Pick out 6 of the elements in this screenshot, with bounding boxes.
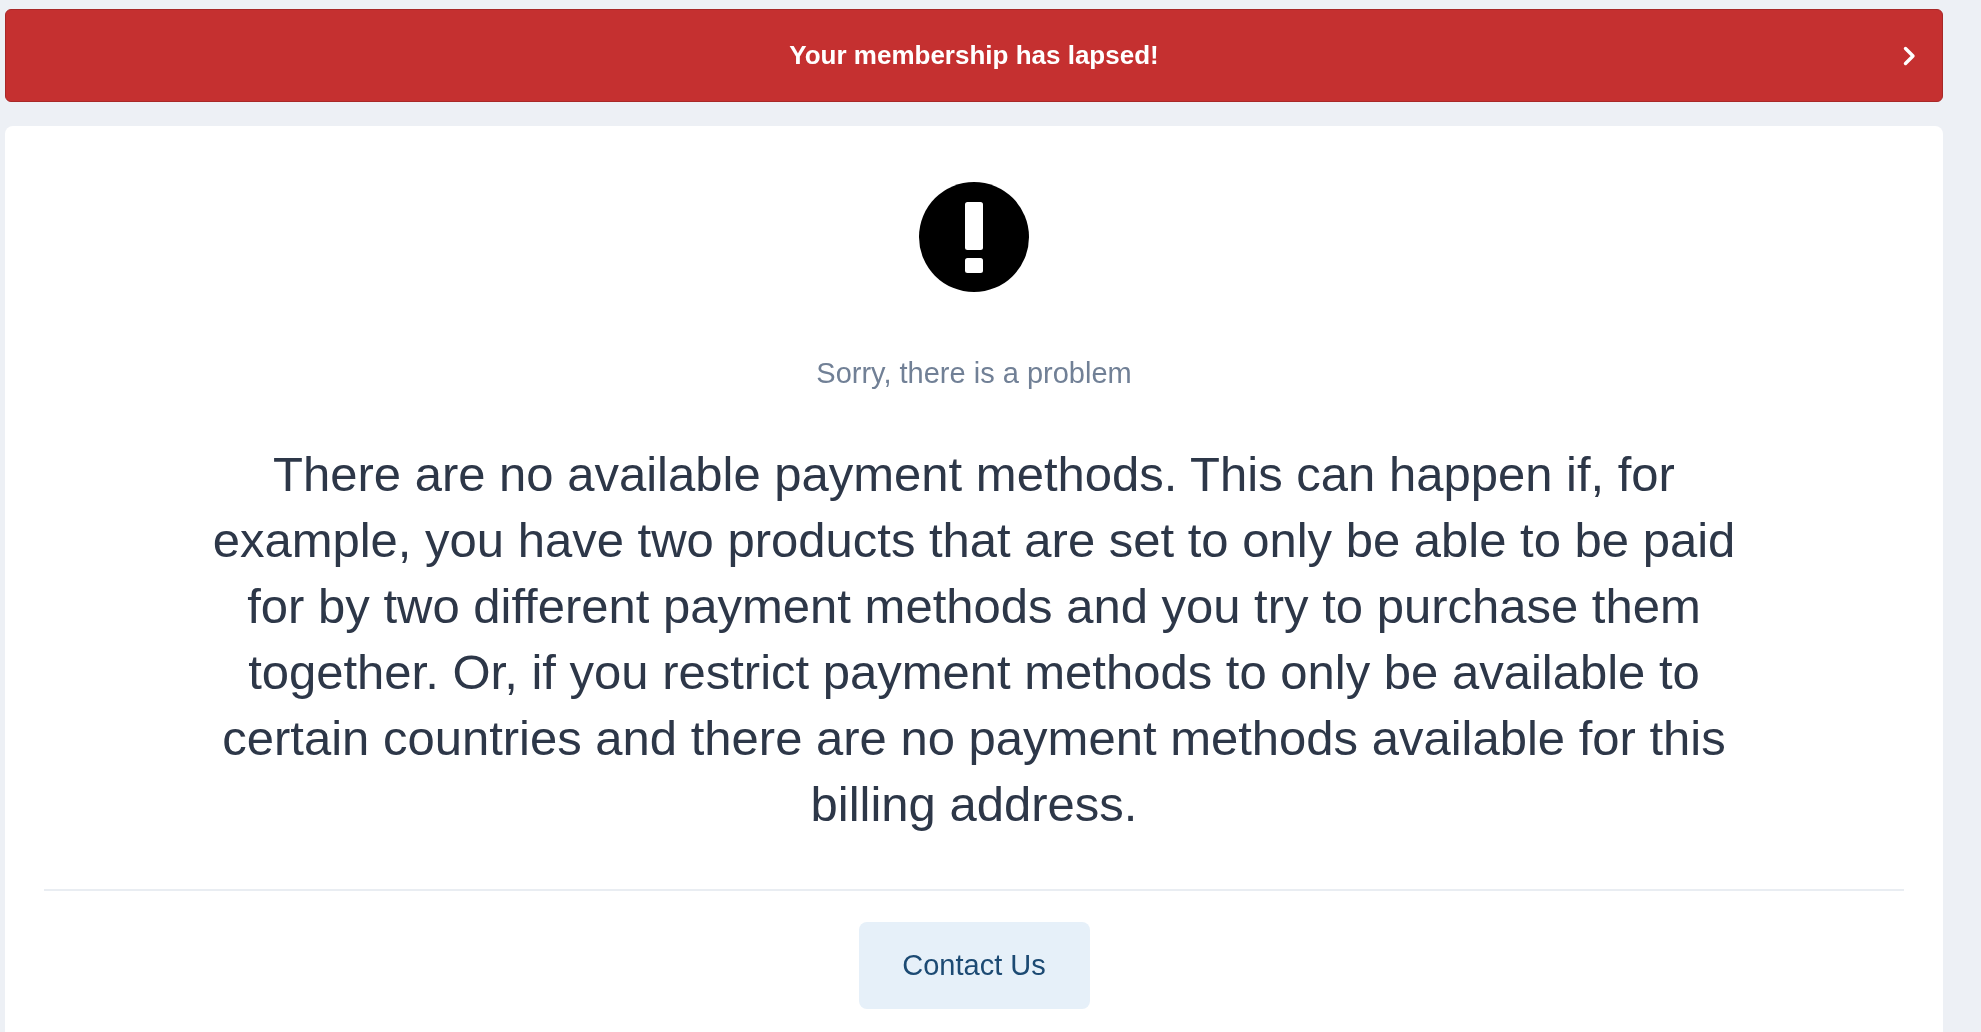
error-message: There are no available payment methods. This can happen if, for example, you have two products that are set to only be able to be paid for by two different payment methods and you try to purchase them together. Or, if you restrict payment methods to only be available to certain countries and there are no payment methods available for this billing address. <box>211 446 1737 833</box>
exclamation-circle-icon <box>919 182 1029 292</box>
chevron-right-icon <box>1903 45 1916 66</box>
contact-button[interactable]: Contact Us <box>858 922 1090 1009</box>
membership-banner[interactable]: Your membership has lapsed! <box>5 9 1943 102</box>
error-heading: Sorry, there is a problem <box>816 356 1132 391</box>
